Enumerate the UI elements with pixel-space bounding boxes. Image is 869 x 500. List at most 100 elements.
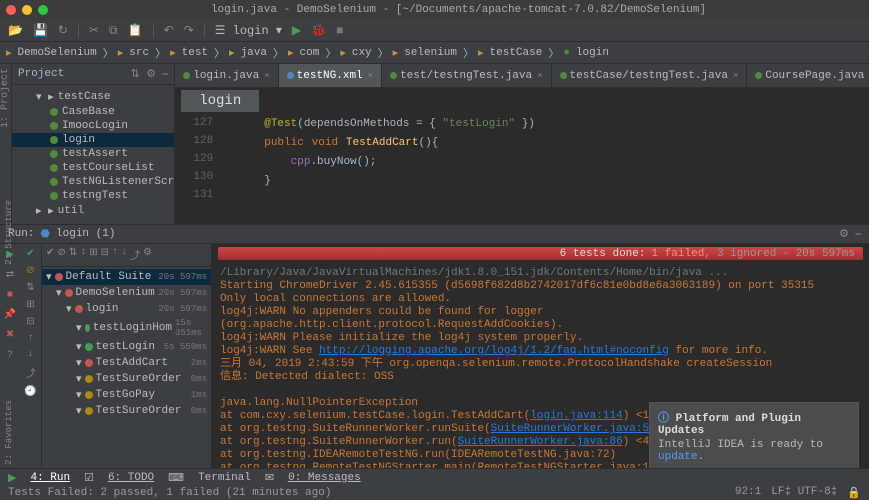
test-toolbar: ✔ ⊘ ⇅ ⊞ ⊟ ↑ ↓ ⤴ 🕘: [20, 244, 42, 484]
editor-tabs: login.java× testNG.xml× test/testngTest.…: [175, 64, 869, 88]
bc-item[interactable]: DemoSelenium: [16, 47, 99, 59]
bc-item[interactable]: test: [180, 47, 210, 59]
stop-icon[interactable]: ■: [336, 24, 343, 38]
filter-passed-icon[interactable]: ✔: [26, 248, 34, 260]
project-tree[interactable]: ▾ ▸ testCase CaseBase ImoocLogin login t…: [12, 85, 174, 223]
tab-login[interactable]: login.java×: [175, 64, 278, 87]
filter-icon[interactable]: ✔: [46, 247, 54, 263]
prev-icon[interactable]: ↑: [27, 333, 33, 344]
next-icon[interactable]: ↓: [27, 349, 33, 360]
tab-file[interactable]: CoursePage.java×: [747, 64, 869, 87]
tree-item-login[interactable]: login: [12, 133, 174, 147]
collapse-icon[interactable]: ⊟: [26, 316, 34, 328]
caret-pos[interactable]: 92:1: [735, 486, 761, 500]
tree-item[interactable]: CaseBase: [12, 105, 174, 119]
run-config-icon[interactable]: ☰ login ▾: [215, 23, 282, 38]
editor-area: login.java× testNG.xml× test/testngTest.…: [175, 64, 869, 224]
filter-ignored-icon[interactable]: ⊘: [26, 265, 34, 277]
debug-icon[interactable]: 🐞: [311, 23, 326, 38]
bottom-toolbar: ▶4: Run ☑6: TODO ⌨Terminal ✉0: Messages: [0, 468, 869, 486]
notif-body: IntelliJ IDEA is ready to: [658, 439, 823, 451]
encoding[interactable]: LF‡ UTF-8‡: [771, 486, 837, 500]
bc-item[interactable]: com: [298, 47, 322, 59]
status-text: Tests Failed: 2 passed, 1 failed (21 min…: [8, 487, 331, 499]
project-tab[interactable]: 1: Project: [0, 68, 11, 128]
test-progress: 6 tests done: 1 failed, 3 ignored – 20s …: [218, 247, 863, 260]
tree-folder[interactable]: ▾ ▸ testCase: [12, 89, 174, 105]
tab-file[interactable]: test/testngTest.java×: [382, 64, 551, 87]
export-icon[interactable]: ⤴: [26, 365, 36, 381]
bc-item[interactable]: src: [127, 47, 151, 59]
lock-icon[interactable]: 🔒: [847, 486, 861, 500]
run-tab-header[interactable]: Run: ⬣ login (1) ⚙ ⎯: [0, 224, 869, 244]
history-icon[interactable]: 🕘: [24, 386, 36, 398]
test-row[interactable]: ▾Default Suite20s 597ms: [42, 269, 211, 285]
tree-item[interactable]: testCourseList: [12, 161, 174, 175]
todo-toolwindow[interactable]: 6: TODO: [108, 472, 154, 484]
bc-item[interactable]: selenium: [402, 47, 459, 59]
inner-tab[interactable]: login: [181, 90, 259, 112]
paste-icon[interactable]: 📋: [128, 23, 143, 38]
tree-item[interactable]: testAssert: [12, 147, 174, 161]
close-icon[interactable]: ×: [264, 71, 269, 81]
cut-icon[interactable]: ✂: [89, 23, 99, 38]
test-tree[interactable]: ✔⊘⇅↕⊞⊟↑↓⤴⚙ ▾Default Suite20s 597ms▾DemoS…: [42, 244, 212, 484]
update-link[interactable]: update: [658, 451, 698, 463]
open-icon[interactable]: 📂: [8, 23, 23, 38]
run-icon[interactable]: ▶: [292, 23, 301, 38]
test-row[interactable]: ▾TestSureOrder0ms: [42, 403, 211, 419]
refresh-icon[interactable]: ↻: [58, 23, 68, 38]
close-icon[interactable]: [6, 5, 16, 15]
messages-toolwindow[interactable]: 0: Messages: [288, 472, 361, 484]
code-body[interactable]: @Test(dependsOnMethods = { "testLogin" }…: [221, 112, 869, 224]
status-bar: Tests Failed: 2 passed, 1 failed (21 min…: [0, 486, 869, 500]
code-editor[interactable]: 127128129130131 @Test(dependsOnMethods =…: [175, 112, 869, 224]
maximize-icon[interactable]: [38, 5, 48, 15]
undo-icon[interactable]: ↶: [164, 23, 174, 38]
bc-item[interactable]: java: [239, 47, 269, 59]
bc-item[interactable]: testCase: [488, 47, 545, 59]
project-label: Project: [18, 68, 64, 80]
test-row[interactable]: ▾DemoSelenium20s 597ms: [42, 285, 211, 301]
tree-item[interactable]: ImoocLogin: [12, 119, 174, 133]
test-row[interactable]: ▾testLogin5s 559ms: [42, 339, 211, 355]
chevron-down-icon[interactable]: ⇅ ⚙ ⎯: [130, 67, 168, 81]
gutter: 127128129130131: [175, 112, 221, 224]
test-row[interactable]: ▾TestAddCart2ms: [42, 355, 211, 371]
tree-item[interactable]: TestNGListenerScr: [12, 175, 174, 189]
tree-item[interactable]: testngTest: [12, 189, 174, 203]
redo-icon[interactable]: ↷: [184, 23, 194, 38]
close-icon[interactable]: ×: [733, 71, 738, 81]
test-row[interactable]: ▾login20s 597ms: [42, 301, 211, 317]
window-title: login.java - DemoSelenium - [~/Documents…: [54, 4, 863, 16]
copy-icon[interactable]: ⧉: [109, 24, 118, 38]
save-icon[interactable]: 💾: [33, 23, 48, 38]
gear-icon[interactable]: ⚙ ⎯: [839, 227, 861, 241]
tab-testng-xml[interactable]: testNG.xml×: [279, 64, 382, 87]
notification-popup[interactable]: ⓘ Platform and Plugin Updates IntelliJ I…: [649, 402, 859, 470]
run-toolwindow[interactable]: 4: Run: [30, 472, 70, 484]
project-pane: Project ⇅ ⚙ ⎯ ▾ ▸ testCase CaseBase Imooc…: [12, 64, 175, 224]
main-toolbar: 📂 💾 ↻ ✂ ⧉ 📋 ↶ ↷ ☰ login ▾ ▶ 🐞 ■: [0, 20, 869, 42]
test-row[interactable]: ▾testLoginHom15s 351ms: [42, 317, 211, 339]
close-icon[interactable]: ×: [368, 71, 373, 81]
breadcrumb: ▸ DemoSelenium〉 ▸src〉 ▸test〉 ▸java〉 ▸com…: [0, 42, 869, 64]
close-icon[interactable]: ×: [537, 71, 542, 81]
tab-file[interactable]: testCase/testngTest.java×: [552, 64, 748, 87]
run-icon[interactable]: ▶: [8, 471, 16, 485]
sort-icon[interactable]: ⇅: [26, 282, 34, 294]
terminal-toolwindow[interactable]: Terminal: [198, 472, 251, 484]
minimize-icon[interactable]: [22, 5, 32, 15]
test-row[interactable]: ▾TestSureOrder0ms: [42, 371, 211, 387]
title-bar: login.java - DemoSelenium - [~/Documents…: [0, 0, 869, 20]
favorites-tab[interactable]: 2: Favorites: [4, 400, 14, 465]
structure-tab[interactable]: 2: Structure: [4, 200, 14, 265]
tree-folder[interactable]: ▸ ▸ util: [12, 203, 174, 219]
test-row[interactable]: ▾TestGoPay1ms: [42, 387, 211, 403]
run-config-name: login (1): [56, 228, 115, 240]
bc-item[interactable]: login: [574, 47, 611, 59]
bc-item[interactable]: cxy: [350, 47, 374, 59]
expand-icon[interactable]: ⊞: [26, 299, 34, 311]
notif-title: Platform and Plugin Updates: [658, 413, 801, 437]
folder-icon: ▸: [6, 46, 12, 60]
